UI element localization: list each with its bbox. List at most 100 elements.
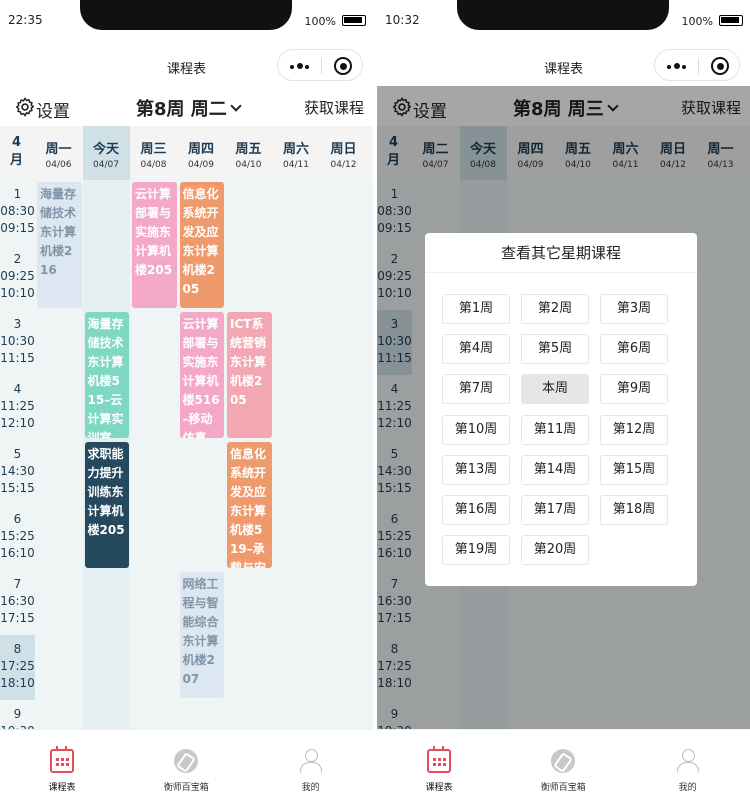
day-name: 周五 <box>235 142 262 157</box>
month-label: 4月 <box>0 126 33 180</box>
tab-label: 我的 <box>301 783 320 793</box>
mini-program-titlebar: 课程表 <box>0 44 373 86</box>
battery-percent: 100% <box>304 15 336 28</box>
calendar-icon <box>427 746 451 773</box>
day-name: 周四 <box>187 142 214 157</box>
period-start-time: 16:30 <box>0 594 35 608</box>
tab-toolbox[interactable]: 衡师百宝箱 <box>501 730 625 809</box>
period-end-time: 15:15 <box>0 481 35 495</box>
course-card[interactable]: 求职能力提升训练东计算机楼205 <box>84 442 129 568</box>
week-button[interactable]: 第19周 <box>442 535 510 566</box>
mini-program-capsule <box>654 49 740 81</box>
week-title: 第8周 周二 <box>136 99 227 120</box>
course-card[interactable]: 海量存储技术东计算机楼515–云计算实训室 <box>84 312 129 438</box>
week-button[interactable]: 第5周 <box>521 334 589 365</box>
tab-label: 我的 <box>678 783 697 793</box>
day-date: 04/06 <box>45 160 72 170</box>
logo-icon <box>174 749 199 773</box>
period-end-time: 09:15 <box>0 221 35 235</box>
week-button[interactable]: 第6周 <box>600 334 668 365</box>
week-button[interactable]: 第17周 <box>521 495 589 525</box>
period-start-time: 14:30 <box>0 464 35 478</box>
tab-toolbox[interactable]: 衡师百宝箱 <box>124 730 248 809</box>
status-bar: 10:32 100% <box>377 0 750 44</box>
logo-icon <box>551 749 576 773</box>
week-button[interactable]: 第9周 <box>600 374 668 405</box>
clock: 10:32 <box>385 13 420 27</box>
week-button[interactable]: 第13周 <box>442 454 510 485</box>
period-end-time: 12:10 <box>0 416 35 430</box>
course-card[interactable]: ICT系统营销东计算机楼205 <box>227 312 272 438</box>
week-picker-dialog: 查看其它星期课程 第1周 第2周 第3周 第4周 第5周 第6周 第7周 本周 第9周 第10周 第1… <box>425 233 697 586</box>
week-selector[interactable]: 第8周 周二 <box>136 95 242 121</box>
week-button[interactable]: 第3周 <box>600 294 668 324</box>
week-button[interactable]: 第14周 <box>521 454 589 485</box>
course-card[interactable]: 云计算部署与实施东计算机楼205 <box>132 182 177 308</box>
day-name: 周一 <box>45 142 72 157</box>
period-slot: 4 11:25 12:10 <box>0 375 35 440</box>
period-number: 1 <box>13 187 22 201</box>
day-column-header: 今天 04/07 <box>82 126 130 180</box>
day-date: 04/12 <box>330 160 357 170</box>
tab-profile[interactable]: 我的 <box>249 730 373 809</box>
week-button[interactable]: 第11周 <box>521 414 589 445</box>
course-card[interactable]: 云计算部署与实施东计算机楼516–移动仿真 <box>179 312 224 438</box>
close-miniprogram-icon[interactable] <box>334 57 352 75</box>
battery-icon <box>719 15 743 26</box>
period-number: 8 <box>13 642 22 656</box>
period-end-time: 17:15 <box>0 611 35 625</box>
day-name: 今天 <box>92 142 119 157</box>
week-button[interactable]: 第4周 <box>442 334 510 365</box>
period-slot: 2 09:25 10:10 <box>0 245 35 310</box>
calendar-icon <box>50 746 74 773</box>
more-icon[interactable] <box>667 63 689 69</box>
period-slot: 919:30 <box>0 700 35 729</box>
month-number: 4 <box>11 135 22 150</box>
week-button[interactable]: 第7周 <box>442 374 510 405</box>
period-end-time: 10:10 <box>0 286 35 300</box>
period-slot: 8 17:25 18:10 <box>0 635 35 700</box>
tab-label: 衡师百宝箱 <box>163 783 209 793</box>
phone-screen-right: 10:32 100% 课程表 设置 第8周 周三 获取课程 4 月周二 04/07 今天 04/08… <box>377 0 750 809</box>
week-button[interactable]: 第18周 <box>600 495 668 525</box>
week-button[interactable]: 本周 <box>521 374 589 405</box>
clock: 22:35 <box>8 13 43 27</box>
week-button[interactable]: 第20周 <box>521 535 589 566</box>
tab-profile[interactable]: 我的 <box>626 730 750 809</box>
period-number: 9 <box>13 707 22 721</box>
tab-schedule[interactable]: 课程表 <box>377 730 501 809</box>
period-end-time: 11:15 <box>0 351 35 365</box>
day-column-header: 周四 04/09 <box>178 126 225 180</box>
day-column-header: 周一 04/06 <box>35 126 82 180</box>
period-number: 5 <box>13 447 22 461</box>
course-card[interactable]: 信息化系统开发及应东计算机楼519–承载与安 <box>227 442 272 568</box>
tab-schedule[interactable]: 课程表 <box>0 730 124 809</box>
fetch-courses-button[interactable]: 获取课程 <box>304 97 364 118</box>
mini-program-titlebar: 课程表 <box>377 44 750 86</box>
bottom-tab-bar: 课程表 衡师百宝箱 我的 <box>0 729 373 809</box>
week-button[interactable]: 第10周 <box>442 414 510 445</box>
week-button[interactable]: 第2周 <box>521 294 589 324</box>
more-icon[interactable] <box>290 63 312 69</box>
course-card[interactable]: 网络工程与智能综合东计算机楼207 <box>179 572 224 698</box>
period-slot: 7 16:30 17:15 <box>0 570 35 635</box>
course-card[interactable]: 信息化系统开发及应东计算机楼205 <box>179 182 224 308</box>
week-button[interactable]: 第16周 <box>442 495 510 525</box>
close-miniprogram-icon[interactable] <box>711 57 729 75</box>
day-column-header: 周六 04/11 <box>273 126 320 180</box>
week-button[interactable]: 第15周 <box>600 454 668 485</box>
status-bar: 22:35 100% <box>0 0 373 44</box>
day-date: 04/09 <box>188 160 214 170</box>
period-end-time: 18:10 <box>0 676 35 690</box>
notch <box>457 0 669 30</box>
day-date: 04/11 <box>283 160 309 170</box>
month-unit: 月 <box>9 153 23 168</box>
week-button[interactable]: 第12周 <box>600 414 668 445</box>
course-card[interactable]: 海量存储技术东计算机楼216 <box>37 182 82 308</box>
week-button[interactable]: 第1周 <box>442 294 510 324</box>
period-start-time: 08:30 <box>0 204 35 218</box>
bottom-tab-bar: 课程表 衡师百宝箱 我的 <box>377 729 750 809</box>
schedule-header: 设置 第8周 周二 获取课程 <box>0 86 373 126</box>
day-name: 周六 <box>282 142 309 157</box>
mini-program-capsule <box>277 49 363 81</box>
